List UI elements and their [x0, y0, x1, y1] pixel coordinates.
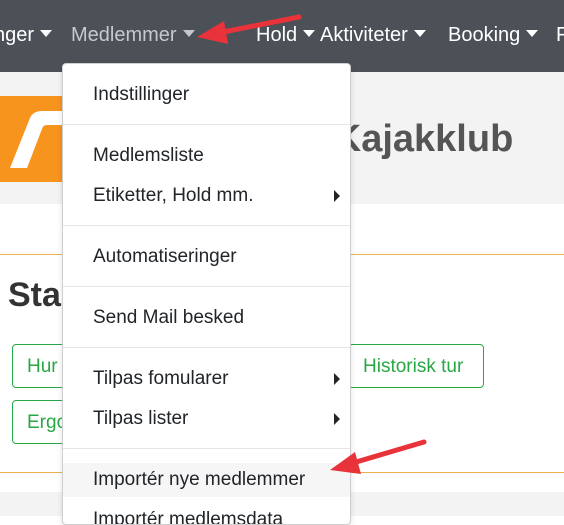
menu-divider	[63, 124, 350, 125]
menu-item-label: Medlemsliste	[93, 145, 204, 166]
menu-item-label: Tilpas fomularer	[93, 368, 229, 389]
chevron-down-icon	[303, 30, 316, 37]
menu-item-labels-teams[interactable]: Etiketter, Hold mm.	[63, 179, 350, 213]
menu-divider	[63, 286, 350, 287]
nav-item-booking[interactable]: Booking	[448, 22, 539, 48]
nav-item-next[interactable]: F	[556, 22, 564, 48]
chevron-right-icon	[334, 413, 340, 425]
nav-item-label: nger	[0, 24, 35, 46]
menu-item-settings[interactable]: Indstillinger	[63, 78, 350, 112]
menu-item-automations[interactable]: Automatiseringer	[63, 240, 350, 274]
menu-item-label: Importér medlemsdata	[93, 509, 284, 525]
nav-item-previous[interactable]: nger	[0, 22, 53, 48]
chevron-right-icon	[334, 373, 340, 385]
nav-item-teams[interactable]: Hold	[256, 22, 316, 48]
menu-item-customize-lists[interactable]: Tilpas lister	[63, 402, 350, 436]
chevron-down-icon	[182, 30, 195, 37]
chevron-right-icon	[334, 190, 340, 202]
nav-item-activities[interactable]: Aktiviteter	[320, 22, 426, 48]
menu-item-import-new-members[interactable]: Importér nye medlemmer	[63, 463, 350, 497]
menu-item-label: Importér nye medlemmer	[93, 469, 306, 490]
top-navbar: nger Medlemmer Hold Aktiviteter Booking …	[0, 0, 564, 72]
nav-item-label: Booking	[448, 24, 521, 46]
menu-divider	[63, 448, 350, 449]
nav-item-label: Hold	[256, 24, 298, 46]
club-logo	[0, 96, 62, 182]
menu-item-customize-forms[interactable]: Tilpas fomularer	[63, 362, 350, 396]
menu-item-label: Tilpas lister	[93, 408, 189, 429]
menu-item-member-list[interactable]: Medlemsliste	[63, 139, 350, 173]
menu-item-send-mail[interactable]: Send Mail besked	[63, 301, 350, 335]
menu-item-import-member-data[interactable]: Importér medlemsdata	[63, 503, 350, 525]
menu-item-label: Etiketter, Hold mm.	[93, 185, 254, 206]
nav-item-label: F	[556, 24, 564, 46]
nav-item-members[interactable]: Medlemmer	[71, 22, 195, 48]
members-dropdown-menu: Indstillinger Medlemsliste Etiketter, Ho…	[62, 63, 351, 525]
button-label: Historisk tur	[363, 356, 464, 377]
menu-item-label: Indstillinger	[93, 84, 190, 105]
chevron-down-icon	[40, 30, 53, 37]
chevron-down-icon	[526, 30, 539, 37]
button-label: Hur	[27, 356, 58, 377]
menu-item-label: Automatiseringer	[93, 246, 237, 267]
nav-item-label: Medlemmer	[71, 24, 177, 46]
menu-divider	[63, 347, 350, 348]
menu-divider	[63, 225, 350, 226]
chevron-down-icon	[413, 30, 426, 37]
nav-item-label: Aktiviteter	[320, 24, 408, 46]
menu-item-label: Send Mail besked	[93, 307, 245, 328]
activity-button-historisk-tur[interactable]: Historisk tur	[348, 344, 484, 388]
